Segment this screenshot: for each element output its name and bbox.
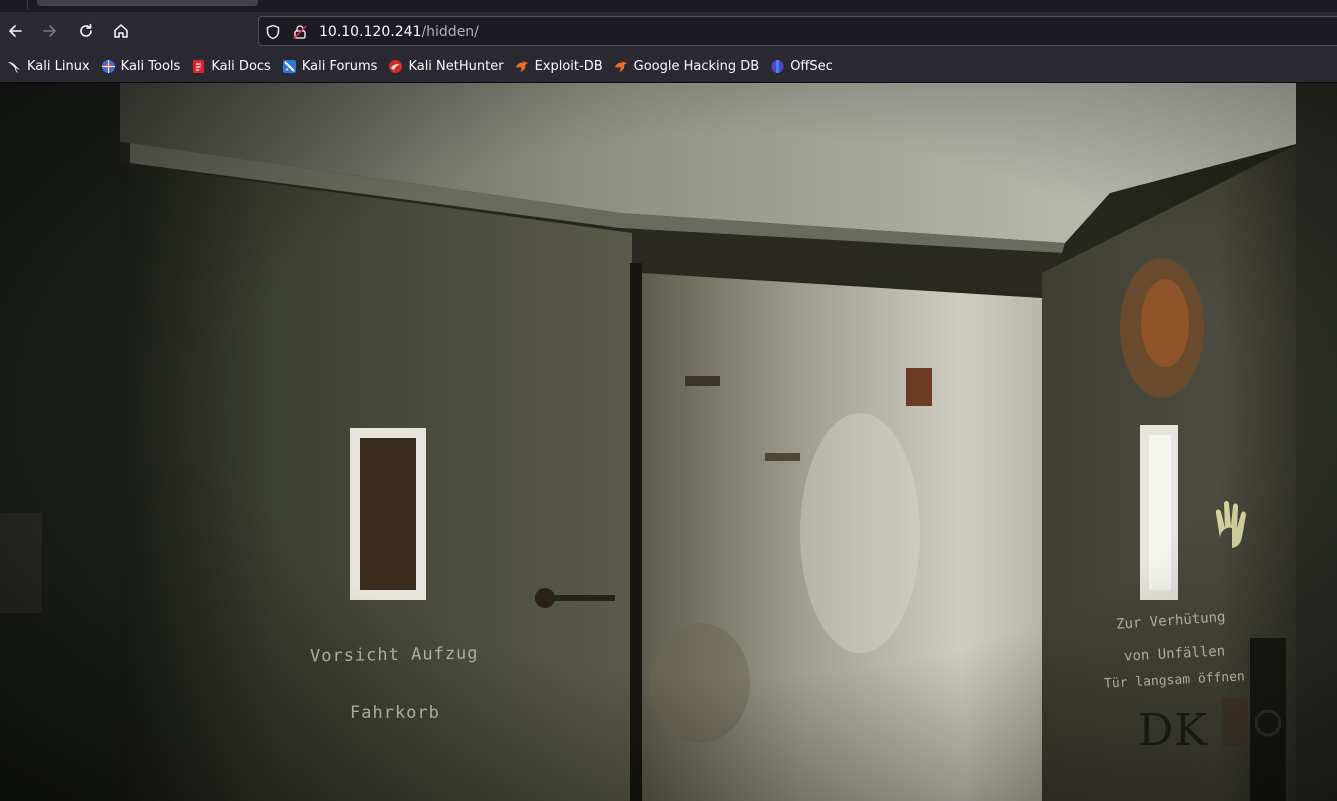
- back-arrow-icon: [9, 25, 22, 37]
- kali-forums-icon: [282, 59, 297, 74]
- tab-strip: [0, 0, 1337, 12]
- offsec-icon: [770, 59, 785, 74]
- ghdb-icon: [614, 59, 629, 74]
- kali-docs-icon: [191, 59, 206, 74]
- bookmark-kali-forums[interactable]: Kali Forums: [278, 54, 382, 78]
- bookmark-google-hacking-db[interactable]: Google Hacking DB: [610, 54, 764, 78]
- nethunter-icon: [388, 59, 403, 74]
- active-tab[interactable]: [37, 0, 258, 6]
- bookmark-kali-nethunter[interactable]: Kali NetHunter: [384, 54, 507, 78]
- kali-dragon-icon: [7, 59, 22, 74]
- bookmark-label: Kali Linux: [27, 58, 90, 74]
- exploit-db-icon: [515, 59, 530, 74]
- home-icon: [114, 24, 128, 38]
- url-host: 10.10.120.241: [319, 24, 422, 40]
- bookmarks-toolbar: Kali Linux Kali Tools Kali Docs Kali For…: [0, 50, 1337, 83]
- bookmark-label: Kali Forums: [301, 58, 378, 74]
- navigation-toolbar: 10.10.120.241/hidden/: [0, 12, 1337, 50]
- bookmark-label: OffSec: [790, 58, 833, 74]
- reload-button[interactable]: [71, 16, 101, 46]
- bookmark-label: Exploit-DB: [534, 58, 603, 74]
- home-button[interactable]: [106, 16, 136, 46]
- url-text[interactable]: 10.10.120.241/hidden/: [319, 23, 479, 41]
- bookmark-label: Kali Docs: [211, 58, 271, 74]
- door-sign-text: Vorsicht Aufzug: [310, 643, 479, 667]
- back-button[interactable]: [0, 16, 30, 46]
- door-sign-text: Fahrkorb: [350, 703, 440, 723]
- bookmark-kali-docs[interactable]: Kali Docs: [187, 54, 275, 78]
- url-path: /hidden/: [421, 24, 479, 40]
- bookmark-exploit-db[interactable]: Exploit-DB: [511, 54, 607, 78]
- address-bar[interactable]: 10.10.120.241/hidden/: [258, 16, 1337, 46]
- forward-arrow-icon: [43, 25, 56, 37]
- graffiti-text: DK: [1138, 705, 1209, 756]
- elevator-doors-image: [0, 83, 1337, 801]
- kali-tools-icon: [101, 59, 116, 74]
- bookmark-kali-linux[interactable]: Kali Linux: [3, 54, 94, 78]
- bookmark-offsec[interactable]: OffSec: [766, 54, 837, 78]
- forward-button[interactable]: [35, 16, 65, 46]
- bookmark-label: Google Hacking DB: [633, 58, 760, 74]
- hidden-page-content: Vorsicht Aufzug Fahrkorb Zur Verhütung v…: [0, 83, 1337, 801]
- tracking-protection-shield-icon[interactable]: [264, 23, 282, 41]
- reload-icon: [80, 23, 92, 37]
- tab-separator: [27, 0, 28, 10]
- bookmark-label: Kali Tools: [120, 58, 181, 74]
- insecure-lock-icon[interactable]: [291, 23, 309, 41]
- bookmark-kali-tools[interactable]: Kali Tools: [97, 54, 185, 78]
- bookmark-label: Kali NetHunter: [408, 58, 504, 74]
